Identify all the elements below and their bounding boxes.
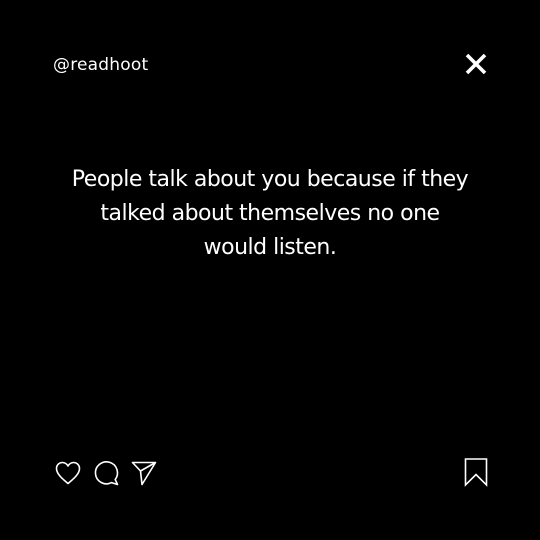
quote-post-card: @readhoot People talk about you because … (0, 0, 540, 540)
quote-text: People talk about you because if they ta… (71, 167, 469, 260)
like-button[interactable] (54, 459, 82, 487)
heart-icon (55, 461, 81, 485)
save-button[interactable] (462, 457, 490, 487)
share-button[interactable] (130, 459, 158, 487)
send-icon (131, 461, 157, 486)
close-button[interactable] (463, 51, 489, 77)
account-handle[interactable]: @readhoot (53, 54, 148, 76)
post-actions (54, 458, 158, 488)
comment-icon (94, 461, 119, 486)
bookmark-icon (464, 458, 488, 487)
close-icon (465, 53, 487, 75)
comment-button[interactable] (92, 459, 120, 487)
